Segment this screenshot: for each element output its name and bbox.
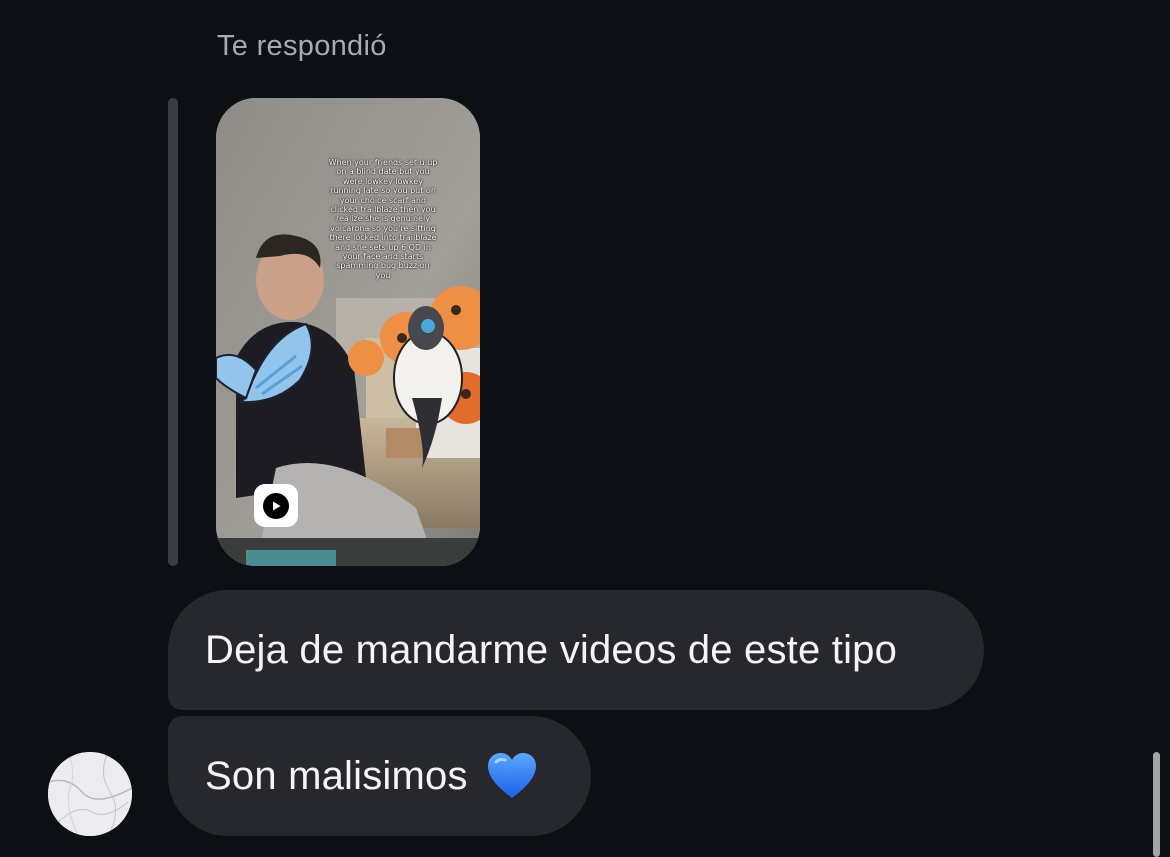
message-text: Deja de mandarme videos de este tipo <box>205 627 898 672</box>
shared-video-preview[interactable]: When your friends set u up on a blind da… <box>216 98 480 566</box>
video-overlay-caption: When your friends set u up on a blind da… <box>328 158 438 280</box>
chat-thread: Te respondió When your friends set u up … <box>0 0 1170 857</box>
avatar[interactable] <box>48 752 132 836</box>
reply-header-label: Te respondió <box>217 30 387 62</box>
marble-avatar-icon <box>48 752 132 836</box>
reply-quote-bar <box>168 98 178 566</box>
message-text: Son malisimos <box>205 753 468 798</box>
scrollbar[interactable] <box>1153 752 1160 857</box>
message-bubble[interactable]: Deja de mandarme videos de este tipo <box>168 590 984 710</box>
message-bubble[interactable]: Son malisimos <box>168 716 591 836</box>
play-icon <box>263 492 289 519</box>
blue-heart-icon <box>487 753 536 798</box>
play-button[interactable] <box>254 484 298 527</box>
